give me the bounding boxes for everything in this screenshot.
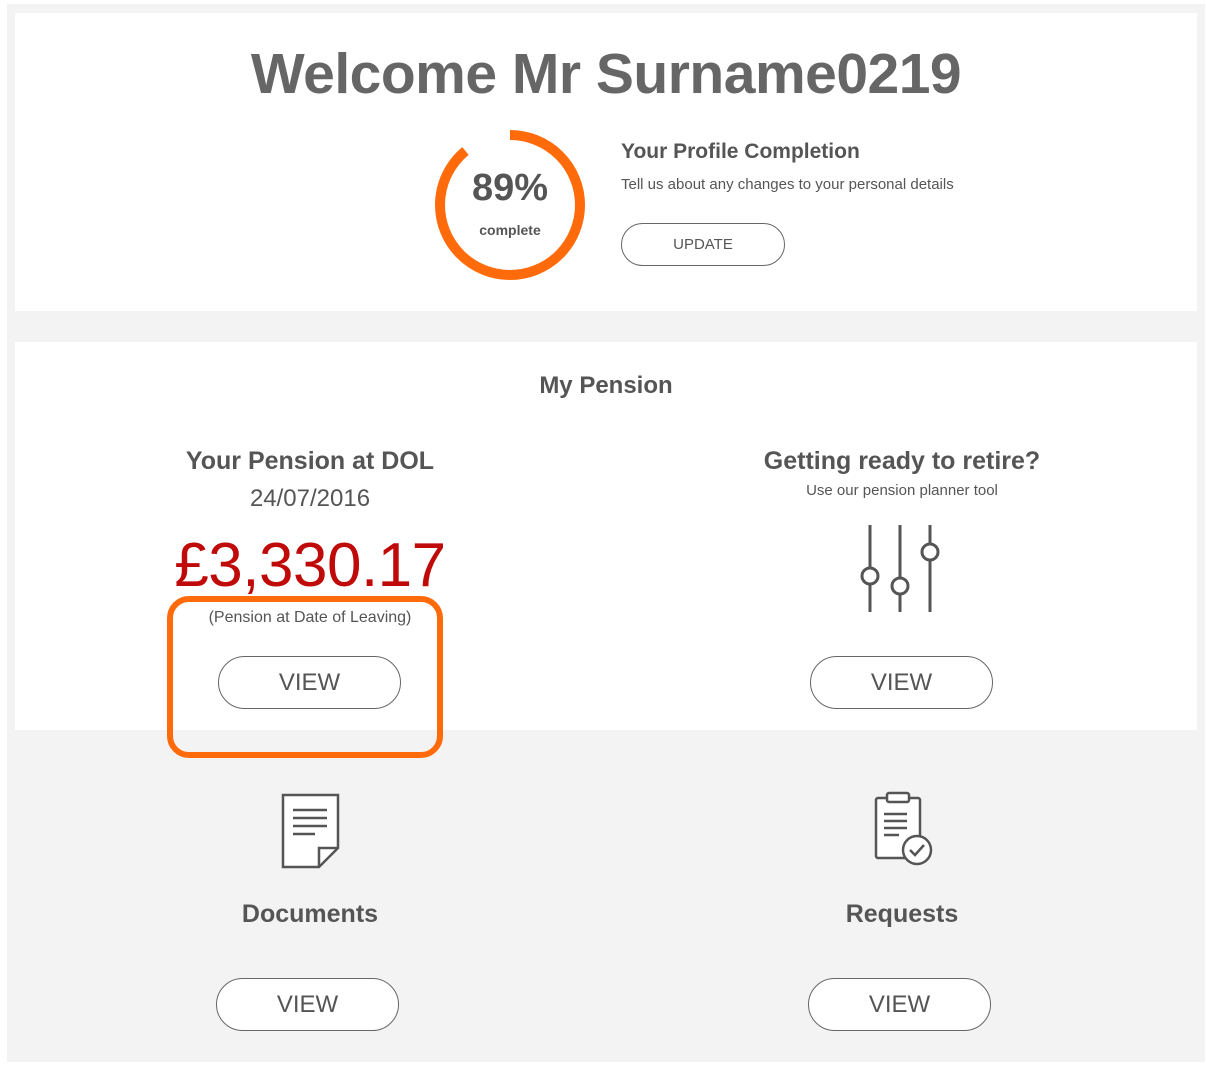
documents-section: Documents VIEW: [15, 790, 605, 1050]
clipboard-check-icon: [874, 791, 933, 866]
sliders-icon: [860, 525, 940, 612]
profile-percent: 89%: [471, 167, 549, 209]
pension-amount: £3,330.17: [174, 531, 446, 600]
requests-title: Requests: [845, 900, 959, 928]
view-requests-button[interactable]: VIEW: [808, 978, 991, 1031]
pension-dol-date: 24/07/2016: [249, 485, 371, 512]
welcome-title: Welcome Mr Surname0219: [250, 42, 962, 106]
retire-heading: Getting ready to retire?: [763, 447, 1041, 475]
welcome-card: Welcome Mr Surname0219 89% complete Your…: [15, 13, 1197, 311]
documents-title: Documents: [241, 900, 379, 928]
document-icon: [281, 793, 340, 869]
retire-column: Getting ready to retire? Use our pension…: [607, 342, 1197, 730]
view-planner-button[interactable]: VIEW: [810, 656, 993, 709]
profile-subtext: Tell us about any changes to your person…: [621, 176, 954, 193]
profile-complete-label: complete: [479, 222, 541, 238]
requests-section: Requests VIEW: [607, 790, 1197, 1050]
highlight-box: [167, 596, 443, 758]
retire-subtext: Use our pension planner tool: [806, 482, 998, 499]
profile-heading: Your Profile Completion: [621, 140, 860, 163]
pension-dol-heading: Your Pension at DOL: [185, 447, 435, 475]
update-button[interactable]: UPDATE: [621, 223, 785, 266]
view-documents-button[interactable]: VIEW: [216, 978, 399, 1031]
profile-completion-ring: 89% complete: [432, 127, 588, 283]
